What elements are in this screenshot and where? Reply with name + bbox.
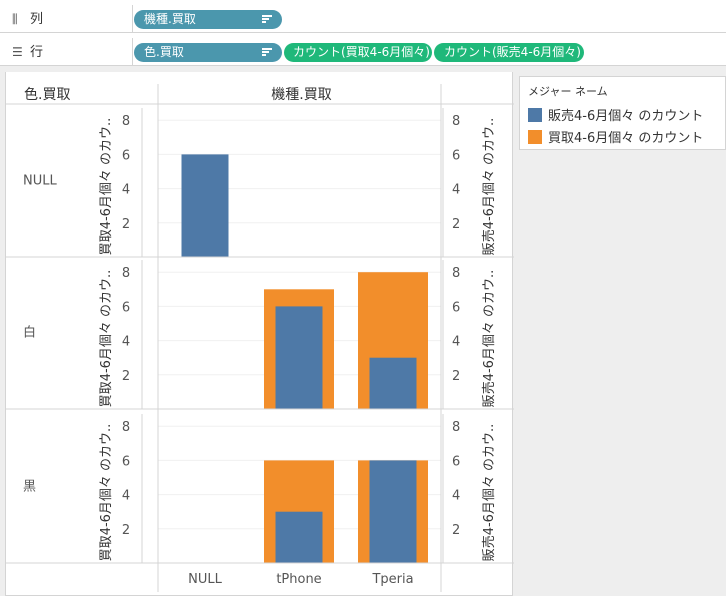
right-axis-title: 販売4-6月個々 のカウ.. xyxy=(481,118,497,256)
left-axis-tick-label: 4 xyxy=(122,489,130,504)
legend[interactable]: メジャー ネーム 販売4-6月個々 のカウント 買取4-6月個々 のカウント xyxy=(519,76,726,150)
left-axis-tick-label: 8 xyxy=(122,420,130,435)
left-axis-tick-label: 6 xyxy=(122,300,130,315)
rows-shelf-icon: ☰ xyxy=(12,45,23,59)
sort-descending-icon xyxy=(262,48,272,57)
pill-column-model[interactable]: 機種.買取 xyxy=(134,10,282,29)
right-axis-tick-label: 4 xyxy=(452,335,460,350)
bar-sales-count xyxy=(369,357,417,409)
left-axis-title: 買取4-6月個々 のカウ.. xyxy=(99,270,114,408)
left-axis-tick-label: 8 xyxy=(122,114,130,129)
bar-sales-count xyxy=(181,154,229,257)
legend-item-purchase[interactable]: 買取4-6月個々 のカウント xyxy=(528,130,703,148)
right-axis-tick-label: 4 xyxy=(452,183,460,198)
bar-sales-count xyxy=(369,460,417,563)
bar-chart: 色.買取 機種.買取 NULL 2 2 4 4 6 6 8 8 買取4-6月個々 のカウ.. 販売4-6… xyxy=(6,84,514,592)
left-axis-title: 買取4-6月個々 のカウ.. xyxy=(99,118,114,256)
left-axis-tick-label: 2 xyxy=(122,217,130,232)
right-axis-tick-label: 8 xyxy=(452,114,460,129)
legend-swatch-sales xyxy=(528,108,542,122)
bar-sales-count xyxy=(275,511,323,563)
rows-shelf[interactable]: ☰ 行 色.買取 カウント(買取4-6月個々) カウント(販売4-6月個々) xyxy=(0,38,726,66)
rows-shelf-label: ☰ 行 xyxy=(0,38,133,66)
bar-sales-count xyxy=(275,306,323,409)
right-axis-tick-label: 2 xyxy=(452,369,460,384)
sort-descending-icon xyxy=(262,15,272,24)
right-axis-tick-label: 8 xyxy=(452,420,460,435)
right-axis-tick-label: 6 xyxy=(452,148,460,163)
pill-row-buy-count[interactable]: カウント(買取4-6月個々) xyxy=(284,43,432,62)
right-axis-tick-label: 8 xyxy=(452,266,460,281)
row-label: 黒 xyxy=(23,480,36,495)
pill-row-sell-count[interactable]: カウント(販売4-6月個々) xyxy=(434,43,584,62)
category-label: tPhone xyxy=(276,572,321,587)
row-label: 白 xyxy=(23,325,36,341)
row-header-title: 色.買取 xyxy=(24,86,70,103)
side-panel xyxy=(513,72,726,596)
right-axis-tick-label: 6 xyxy=(452,454,460,469)
left-axis-tick-label: 6 xyxy=(122,148,130,163)
legend-item-sales[interactable]: 販売4-6月個々 のカウント xyxy=(528,108,703,126)
legend-title: メジャー ネーム xyxy=(528,85,608,98)
category-label: Tperia xyxy=(371,572,413,587)
legend-swatch-purchase xyxy=(528,130,542,144)
right-axis-tick-label: 4 xyxy=(452,489,460,504)
columns-shelf-label: ⫼ 列 xyxy=(0,5,133,33)
columns-shelf-icon: ⫼ xyxy=(12,12,18,26)
right-axis-tick-label: 2 xyxy=(452,523,460,538)
left-axis-tick-label: 2 xyxy=(122,369,130,384)
left-axis-tick-label: 8 xyxy=(122,266,130,281)
column-header-title: 機種.買取 xyxy=(271,87,331,103)
right-axis-title: 販売4-6月個々 のカウ.. xyxy=(481,424,497,562)
right-axis-tick-label: 2 xyxy=(452,217,460,232)
left-axis-tick-label: 6 xyxy=(122,454,130,469)
left-axis-tick-label: 4 xyxy=(122,183,130,198)
chart-view: 色.買取 機種.買取 NULL 2 2 4 4 6 6 8 8 買取4-6月個々 のカウ.. 販売4-6… xyxy=(5,72,514,596)
category-label: NULL xyxy=(188,572,222,587)
columns-shelf[interactable]: ⫼ 列 機種.買取 xyxy=(0,5,726,33)
pill-row-color[interactable]: 色.買取 xyxy=(134,43,282,62)
right-axis-title: 販売4-6月個々 のカウ.. xyxy=(481,270,497,408)
right-axis-tick-label: 6 xyxy=(452,300,460,315)
left-axis-tick-label: 2 xyxy=(122,523,130,538)
left-axis-tick-label: 4 xyxy=(122,335,130,350)
left-axis-title: 買取4-6月個々 のカウ.. xyxy=(99,424,114,562)
row-label: NULL xyxy=(23,174,57,189)
